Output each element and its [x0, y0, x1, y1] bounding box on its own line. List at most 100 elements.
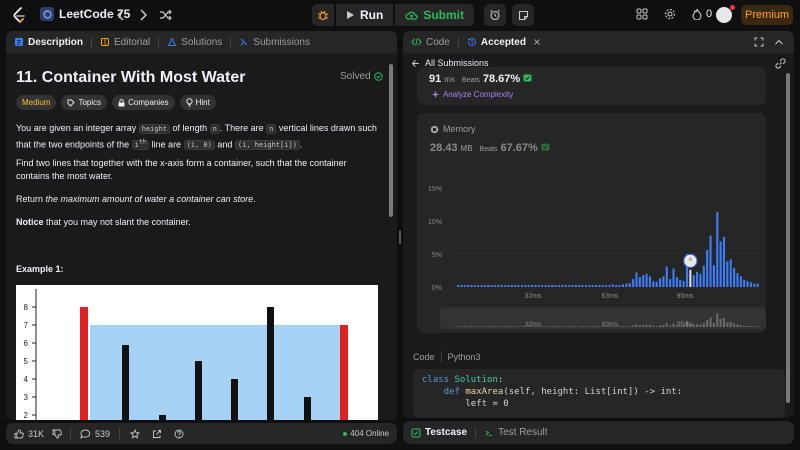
tab-test-result[interactable]: Test Result — [476, 421, 555, 444]
premium-button[interactable]: Premium — [741, 5, 793, 25]
distribution-bar[interactable] — [632, 279, 635, 287]
distribution-bar[interactable] — [702, 265, 705, 287]
tab-editorial[interactable]: Editorial — [92, 31, 158, 53]
distribution-bar[interactable] — [642, 275, 645, 287]
distribution-bar[interactable] — [561, 285, 564, 287]
tab-code[interactable]: Code — [403, 31, 458, 53]
distribution-bar[interactable] — [544, 285, 547, 287]
distribution-bar[interactable] — [527, 285, 530, 287]
distribution-bar[interactable] — [749, 282, 752, 287]
distribution-bar[interactable] — [500, 285, 503, 287]
distribution-bar[interactable] — [682, 281, 685, 287]
link-icon[interactable] — [775, 58, 786, 69]
distribution-bar[interactable] — [672, 268, 675, 287]
like-button[interactable]: 31K — [14, 429, 44, 439]
distribution-bar[interactable] — [460, 285, 463, 287]
favorite-button[interactable] — [130, 428, 141, 439]
distribution-bar[interactable] — [483, 285, 487, 287]
description-scrollbar[interactable] — [389, 64, 393, 217]
submitted-code[interactable]: class Solution: def maxArea(self, height… — [413, 369, 785, 418]
distribution-bar[interactable] — [675, 277, 678, 287]
tab-submissions[interactable]: Submissions — [231, 31, 318, 53]
distribution-bar[interactable] — [719, 241, 722, 287]
distribution-bar[interactable] — [558, 285, 561, 287]
distribution-bar[interactable] — [665, 266, 668, 287]
gear-icon[interactable] — [664, 8, 676, 20]
distribution-bar[interactable] — [722, 236, 726, 287]
distribution-bar[interactable] — [628, 283, 631, 287]
distribution-bar[interactable] — [514, 285, 517, 287]
distribution-bar[interactable] — [618, 285, 621, 287]
distribution-bar[interactable] — [494, 285, 497, 287]
distribution-bar[interactable] — [712, 265, 715, 287]
timer-button[interactable] — [484, 4, 506, 26]
highlighted-bar[interactable] — [689, 269, 692, 287]
distribution-bar[interactable] — [743, 279, 746, 287]
distribution-bar[interactable] — [716, 211, 719, 287]
distribution-bar[interactable] — [756, 283, 759, 287]
distribution-bar[interactable] — [490, 285, 493, 287]
share-button[interactable] — [152, 429, 162, 439]
distribution-bar[interactable] — [729, 259, 732, 287]
distribution-bar[interactable] — [470, 285, 473, 287]
tab-description[interactable]: Description — [6, 31, 91, 53]
streak-counter[interactable]: 0 — [692, 8, 712, 20]
distribution-bar[interactable] — [621, 284, 625, 287]
distribution-bar[interactable] — [696, 271, 699, 287]
tab-solutions[interactable]: Solutions — [159, 31, 230, 53]
distribution-bar[interactable] — [726, 261, 729, 287]
distribution-bar[interactable] — [487, 285, 490, 287]
distribution-bar[interactable] — [547, 285, 550, 287]
distribution-bar[interactable] — [467, 285, 470, 287]
distribution-bar[interactable] — [524, 285, 527, 287]
distribution-bar[interactable] — [473, 285, 476, 287]
chevron-up-icon[interactable] — [774, 38, 784, 46]
topics-chip[interactable]: Topics — [61, 95, 108, 110]
analyze-complexity-button[interactable]: Analyze Complexity — [431, 90, 513, 99]
distribution-bar[interactable] — [551, 285, 554, 287]
dislike-button[interactable] — [52, 429, 62, 439]
distribution-bar[interactable] — [595, 285, 598, 287]
distribution-bar[interactable] — [507, 285, 510, 287]
debug-button[interactable] — [312, 4, 334, 26]
distribution-bar[interactable] — [504, 285, 507, 287]
distribution-bar[interactable] — [611, 284, 614, 287]
distribution-bar[interactable] — [534, 285, 537, 287]
hint-chip[interactable]: Hint — [179, 95, 216, 110]
distribution-bar[interactable] — [659, 278, 662, 287]
distribution-bar[interactable] — [564, 285, 567, 287]
run-button[interactable]: Run — [336, 4, 394, 26]
distribution-bar[interactable] — [554, 285, 557, 287]
distribution-bar[interactable] — [645, 273, 648, 287]
distribution-bar[interactable] — [520, 285, 524, 287]
distribution-bar[interactable] — [625, 283, 628, 287]
submission-scrollbar[interactable] — [786, 73, 790, 403]
maximize-icon[interactable] — [754, 37, 764, 47]
distribution-bar[interactable] — [692, 275, 695, 287]
companies-chip[interactable]: Companies — [112, 95, 175, 110]
distribution-bar[interactable] — [746, 281, 749, 287]
distribution-bar[interactable] — [648, 276, 651, 287]
leetcode-logo-icon[interactable] — [12, 7, 26, 23]
distribution-bar[interactable] — [477, 285, 480, 287]
distribution-bar[interactable] — [615, 285, 618, 287]
distribution-chart[interactable]: 15% 10% 5% 0% 32ms 63ms 95ms 32ms 63ms 95ms — [420, 181, 780, 331]
distribution-bar[interactable] — [662, 276, 665, 287]
distribution-bar[interactable] — [510, 285, 513, 287]
distribution-bar[interactable] — [669, 279, 672, 287]
layout-grid-icon[interactable] — [636, 8, 648, 20]
close-tab-icon[interactable] — [533, 38, 541, 46]
distribution-bar[interactable] — [652, 281, 655, 287]
submit-button[interactable]: Submit — [395, 4, 474, 26]
tab-accepted[interactable]: Accepted — [459, 31, 549, 53]
panel-resize-handle[interactable] — [399, 230, 401, 244]
comments-button[interactable]: 539 — [80, 429, 110, 439]
distribution-bar[interactable] — [584, 285, 588, 287]
distribution-bar[interactable] — [733, 267, 736, 287]
notes-button[interactable] — [512, 4, 534, 26]
distribution-bar[interactable] — [531, 285, 534, 287]
distribution-bar[interactable] — [638, 277, 641, 287]
distribution-bar[interactable] — [588, 285, 591, 287]
distribution-bar[interactable] — [571, 285, 574, 287]
distribution-bar[interactable] — [457, 285, 460, 287]
